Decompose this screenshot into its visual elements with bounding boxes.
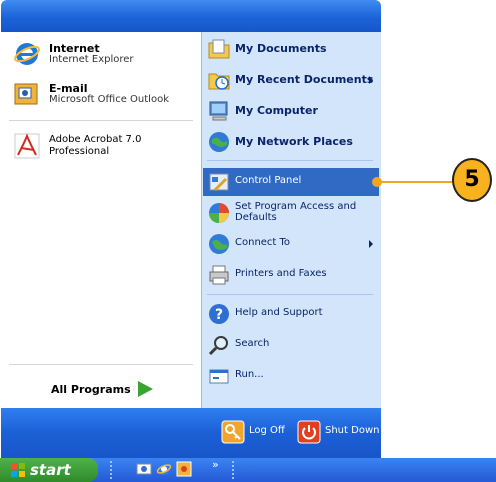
log-off-icon: [221, 420, 245, 444]
item-label: Help and Support: [235, 307, 323, 318]
overflow-chevron[interactable]: »: [212, 458, 219, 471]
pinned-email[interactable]: E-mail Microsoft Office Outlook: [13, 80, 193, 114]
quick-launch-grip: [110, 461, 114, 479]
start-menu-header: [1, 0, 381, 32]
all-programs-button[interactable]: All Programs: [51, 378, 181, 402]
item-label-line1: Set Program Access and: [235, 201, 357, 212]
item-label: Control Panel: [235, 175, 302, 186]
callout-dot: [372, 177, 382, 187]
item-label: My Computer: [235, 104, 318, 117]
divider: [9, 364, 193, 365]
adobe-acrobat-icon: [14, 133, 40, 159]
log-off-label: Log Off: [249, 425, 285, 436]
item-label: Printers and Faxes: [235, 268, 327, 279]
callout-line: [378, 181, 454, 183]
recent-program-line2: Professional: [49, 146, 110, 157]
control-panel-icon: [209, 173, 229, 192]
my-recent-documents-icon: [208, 73, 230, 90]
printers-faxes-item[interactable]: Printers and Faxes: [203, 261, 379, 289]
internet-explorer-icon: [14, 43, 40, 65]
shut-down-label: Shut Down: [325, 425, 380, 436]
pinned-subtitle: Microsoft Office Outlook: [49, 94, 169, 105]
run-icon: [209, 369, 229, 384]
internet-explorer-quicklaunch-icon[interactable]: [156, 461, 172, 477]
printers-faxes-icon: [209, 265, 229, 285]
set-program-access-item[interactable]: Set Program Access and Defaults: [203, 199, 379, 227]
item-label-line2: Defaults: [235, 212, 277, 223]
recent-program-acrobat[interactable]: Adobe Acrobat 7.0 Professional: [13, 132, 193, 166]
control-panel-item[interactable]: Control Panel: [203, 168, 379, 196]
my-computer-item[interactable]: My Computer: [203, 97, 379, 125]
start-label: start: [30, 461, 71, 479]
windows-logo-icon: [11, 463, 25, 477]
divider: [9, 120, 193, 121]
run-item[interactable]: Run...: [203, 362, 379, 390]
recent-program-line1: Adobe Acrobat 7.0: [49, 134, 142, 145]
start-button[interactable]: start: [0, 458, 98, 482]
shut-down-button[interactable]: Shut Down: [297, 420, 379, 444]
pinned-subtitle: Internet Explorer: [49, 54, 134, 65]
divider: [207, 160, 373, 161]
my-documents-icon: [208, 39, 230, 59]
power-icon: [297, 420, 321, 444]
my-network-places-icon: [209, 132, 229, 152]
submenu-arrow-icon: [369, 240, 373, 248]
item-label: Search: [235, 338, 270, 349]
connect-to-icon: [209, 234, 229, 254]
my-documents-item[interactable]: My Documents: [203, 35, 379, 63]
search-item[interactable]: Search: [203, 331, 379, 359]
divider: [207, 294, 373, 295]
my-computer-icon: [209, 101, 228, 121]
desktop-icon[interactable]: [136, 461, 152, 477]
svg-text:?: ?: [215, 307, 223, 323]
all-programs-label: All Programs: [51, 383, 131, 396]
pinned-internet[interactable]: Internet Internet Explorer: [13, 40, 193, 74]
taskbar-grip: [232, 461, 236, 479]
item-label: My Network Places: [235, 135, 353, 148]
outlook-quicklaunch-icon[interactable]: [176, 461, 192, 477]
green-arrow-icon: [138, 381, 153, 397]
help-and-support-item[interactable]: ? Help and Support: [203, 300, 379, 328]
start-menu-footer: Log Off Shut Down: [1, 408, 381, 458]
item-label: Run...: [235, 369, 264, 380]
item-label: Connect To: [235, 237, 291, 248]
my-recent-documents-item[interactable]: My Recent Documents: [203, 66, 379, 94]
help-icon: ?: [209, 304, 229, 324]
connect-to-item[interactable]: Connect To: [203, 230, 379, 258]
item-label: My Recent Documents: [235, 73, 374, 86]
search-icon: [208, 336, 228, 356]
start-menu: Internet Internet Explorer E-mail Micros…: [1, 0, 381, 458]
left-pane: Internet Internet Explorer E-mail Micros…: [1, 32, 201, 408]
item-label: My Documents: [235, 42, 327, 55]
outlook-icon: [14, 83, 38, 105]
callout-number: 5: [452, 158, 492, 202]
program-access-icon: [209, 203, 229, 223]
log-off-button[interactable]: Log Off: [221, 420, 289, 444]
my-network-places-item[interactable]: My Network Places: [203, 128, 379, 156]
submenu-arrow-icon: [369, 76, 373, 84]
